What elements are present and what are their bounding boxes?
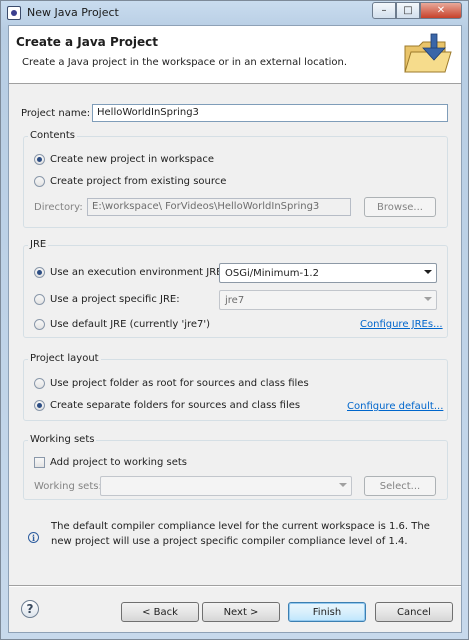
create-from-existing-radio[interactable]: Create project from existing source: [34, 176, 226, 187]
compliance-info-message: The default compiler compliance level fo…: [51, 521, 430, 547]
use-project-folder-radio[interactable]: Use project folder as root for sources a…: [34, 378, 309, 389]
back-button[interactable]: < Back: [121, 602, 199, 622]
exec-env-select[interactable]: OSGi/Minimum-1.2: [219, 263, 437, 283]
title-bar[interactable]: New Java Project – □ ✕: [1, 1, 468, 25]
working-sets-label: Working sets:: [34, 481, 102, 492]
use-project-specific-label: Use a project specific JRE:: [50, 294, 180, 305]
finish-button[interactable]: Finish: [288, 602, 366, 622]
radio-selected: [34, 400, 45, 411]
window-title: New Java Project: [27, 6, 119, 19]
footer-separator: [9, 585, 461, 587]
project-layout-group-label: Project layout: [28, 353, 101, 364]
create-new-label: Create new project in workspace: [50, 154, 214, 165]
working-sets-select[interactable]: [100, 476, 352, 496]
browse-button[interactable]: Browse...: [364, 197, 436, 217]
folder-java-wizard-icon: [404, 33, 452, 73]
create-new-radio[interactable]: Create new project in workspace: [34, 154, 214, 165]
use-default-jre-radio[interactable]: Use default JRE (currently 'jre7'): [34, 319, 210, 330]
banner-description: Create a Java project in the workspace o…: [22, 57, 348, 68]
use-exec-env-label: Use an execution environment JRE:: [50, 267, 226, 278]
directory-label: Directory:: [34, 202, 83, 213]
configure-default-link[interactable]: Configure default...: [347, 401, 443, 412]
jre-group-label: JRE: [28, 239, 49, 250]
maximize-button[interactable]: □: [396, 2, 420, 19]
minimize-button[interactable]: –: [372, 2, 396, 19]
chevron-down-icon: [424, 297, 432, 301]
close-button[interactable]: ✕: [420, 2, 462, 19]
radio-selected: [34, 154, 45, 165]
contents-group-label: Contents: [28, 130, 77, 141]
radio-unselected: [34, 378, 45, 389]
create-separate-folders-label: Create separate folders for sources and …: [50, 400, 301, 411]
info-icon: i: [28, 532, 39, 543]
radio-unselected: [34, 294, 45, 305]
project-specific-jre-select[interactable]: jre7: [219, 290, 437, 310]
banner-title: Create a Java Project: [16, 35, 159, 49]
project-name-input[interactable]: HelloWorldInSpring3: [92, 104, 448, 122]
create-from-existing-label: Create project from existing source: [50, 176, 227, 187]
select-working-sets-button[interactable]: Select...: [364, 476, 436, 496]
directory-input[interactable]: E:\workspace\ ForVideos\HelloWorldInSpri…: [87, 198, 351, 216]
add-to-working-sets-label: Add project to working sets: [50, 457, 187, 468]
dialog-body: Create a Java Project Create a Java proj…: [8, 25, 462, 633]
help-icon[interactable]: ?: [21, 600, 39, 618]
chevron-down-icon: [424, 270, 432, 274]
configure-jres-link[interactable]: Configure JREs...: [360, 319, 443, 330]
create-separate-folders-radio[interactable]: Create separate folders for sources and …: [34, 400, 300, 411]
use-default-jre-label: Use default JRE (currently 'jre7'): [50, 319, 211, 330]
use-exec-env-radio[interactable]: Use an execution environment JRE:: [34, 267, 226, 278]
eclipse-app-icon: [7, 6, 21, 20]
next-button[interactable]: Next >: [202, 602, 280, 622]
radio-selected: [34, 267, 45, 278]
checkbox-unchecked: [34, 457, 45, 468]
wizard-banner: Create a Java Project Create a Java proj…: [9, 26, 461, 84]
chevron-down-icon: [339, 483, 347, 487]
project-specific-jre-value: jre7: [225, 294, 245, 306]
window-controls: – □ ✕: [372, 2, 462, 20]
radio-unselected: [34, 176, 45, 187]
radio-unselected: [34, 319, 45, 330]
working-sets-group-label: Working sets: [28, 434, 97, 445]
add-to-working-sets-checkbox[interactable]: Add project to working sets: [34, 457, 187, 468]
wizard-window: New Java Project – □ ✕ Create a Java Pro…: [0, 0, 469, 640]
project-name-label: Project name:: [21, 108, 91, 119]
use-project-folder-label: Use project folder as root for sources a…: [50, 378, 309, 389]
cancel-button[interactable]: Cancel: [375, 602, 453, 622]
exec-env-value: OSGi/Minimum-1.2: [225, 267, 319, 279]
use-project-specific-radio[interactable]: Use a project specific JRE:: [34, 294, 180, 305]
